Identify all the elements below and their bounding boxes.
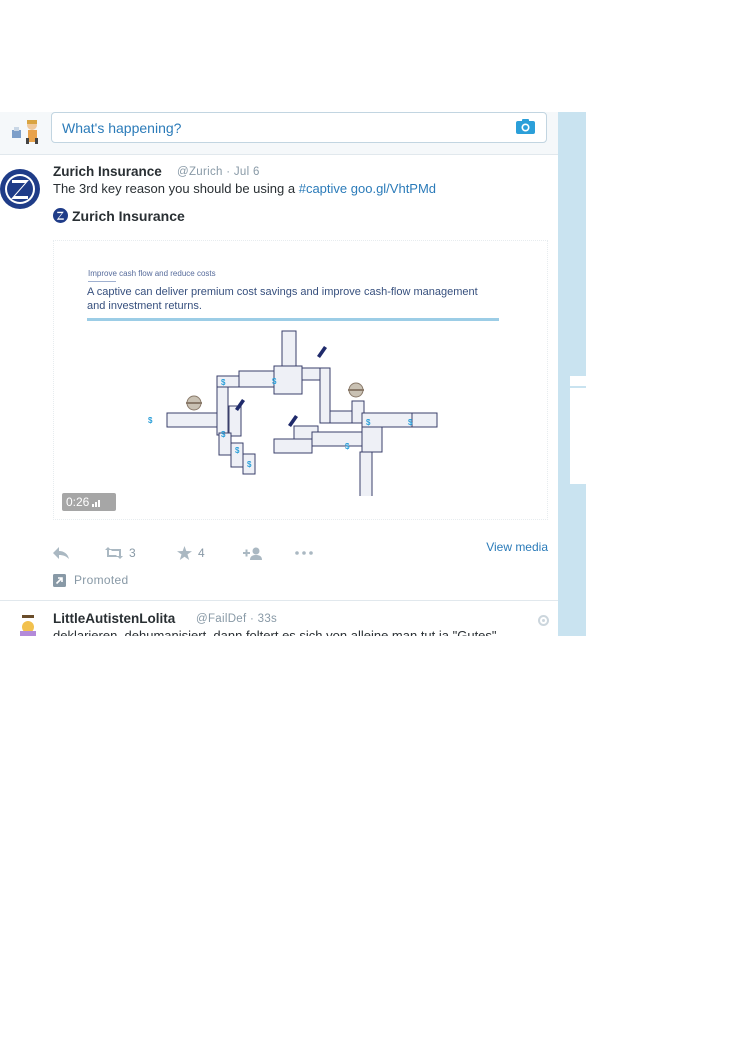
- scrollbar-track[interactable]: [558, 112, 586, 636]
- tweet-text: The 3rd key reason you should be using a…: [53, 181, 436, 196]
- card-title-text: Zurich Insurance: [72, 208, 185, 224]
- tweet[interactable]: LittleAutistenLolita @FailDef · 33s dekl…: [0, 601, 558, 636]
- svg-text:$: $: [221, 430, 226, 439]
- tweet-date[interactable]: Jul 6: [234, 166, 260, 178]
- card-title[interactable]: Zurich Insurance: [53, 208, 185, 224]
- svg-text:$: $: [247, 460, 252, 469]
- timeline-region: What's happening? Zurich Insurance @Zuri…: [0, 112, 586, 636]
- tweet-age[interactable]: 33s: [258, 613, 277, 625]
- pipe-diagram: $ $ $ $ $ $ $ $ $: [148, 330, 438, 496]
- compose-bar: What's happening?: [0, 112, 558, 155]
- gear-icon[interactable]: [538, 615, 549, 626]
- tweet-meta: @FailDef · 33s: [196, 613, 278, 625]
- author-name[interactable]: LittleAutistenLolita: [53, 611, 175, 626]
- tweet-text-plain: The 3rd key reason you should be using a: [53, 181, 299, 196]
- volume-bars-icon: [92, 500, 101, 507]
- add-user-icon: [243, 547, 262, 560]
- url-link[interactable]: goo.gl/VhtPMd: [351, 181, 436, 196]
- compose-placeholder: What's happening?: [62, 120, 182, 136]
- svg-text:$: $: [366, 418, 371, 427]
- camera-icon[interactable]: [516, 119, 535, 134]
- zurich-logo-icon: [53, 208, 68, 223]
- more-button[interactable]: [295, 545, 315, 561]
- follow-button[interactable]: [243, 545, 263, 561]
- promoted-text: Promoted: [74, 573, 129, 587]
- scrollbar-thumb[interactable]: [570, 388, 586, 484]
- reply-icon: [53, 547, 69, 559]
- retweet-button[interactable]: 3: [105, 545, 136, 561]
- slide-rule: [88, 281, 116, 282]
- video-player[interactable]: Improve cash flow and reduce costs A cap…: [53, 240, 548, 520]
- duration-label: 0:26: [66, 495, 90, 509]
- favorite-count: 4: [198, 546, 205, 560]
- scrollbar-notch: [570, 376, 586, 386]
- tweet-text: deklarieren, dehumanisiert, dann foltert…: [53, 628, 497, 636]
- lolita-avatar[interactable]: [0, 615, 40, 636]
- reply-button[interactable]: [53, 545, 69, 561]
- retweet-count: 3: [129, 546, 136, 560]
- user-avatar[interactable]: [10, 116, 44, 146]
- slide-kicker: Improve cash flow and reduce costs: [88, 269, 216, 278]
- svg-text:$: $: [345, 442, 350, 451]
- compose-input[interactable]: What's happening?: [51, 112, 547, 143]
- svg-text:$: $: [272, 377, 277, 386]
- author-handle[interactable]: @Zurich: [177, 166, 223, 178]
- hashtag-link[interactable]: #captive: [299, 181, 347, 196]
- author-handle[interactable]: @FailDef: [196, 613, 247, 625]
- svg-text:$: $: [408, 418, 413, 427]
- author-name[interactable]: Zurich Insurance: [53, 164, 162, 179]
- tweet[interactable]: Zurich Insurance @Zurich · Jul 6 The 3rd…: [0, 155, 558, 601]
- svg-text:$: $: [148, 416, 153, 425]
- zurich-avatar[interactable]: [0, 169, 40, 209]
- slide-divider: [87, 318, 499, 321]
- tweet-meta: @Zurich · Jul 6: [177, 166, 260, 178]
- view-media-link[interactable]: View media: [486, 540, 548, 554]
- slide-headline: A captive can deliver premium cost savin…: [87, 286, 478, 312]
- svg-text:$: $: [221, 378, 226, 387]
- promoted-label[interactable]: Promoted: [53, 573, 128, 587]
- tweet-actions: 3 4 View media: [53, 540, 548, 565]
- more-icon: [295, 551, 313, 555]
- retweet-icon: [105, 547, 123, 559]
- video-duration: 0:26: [62, 493, 116, 511]
- favorite-button[interactable]: 4: [177, 545, 205, 561]
- star-icon: [177, 546, 192, 560]
- svg-text:$: $: [235, 446, 240, 455]
- promoted-icon: [53, 573, 66, 587]
